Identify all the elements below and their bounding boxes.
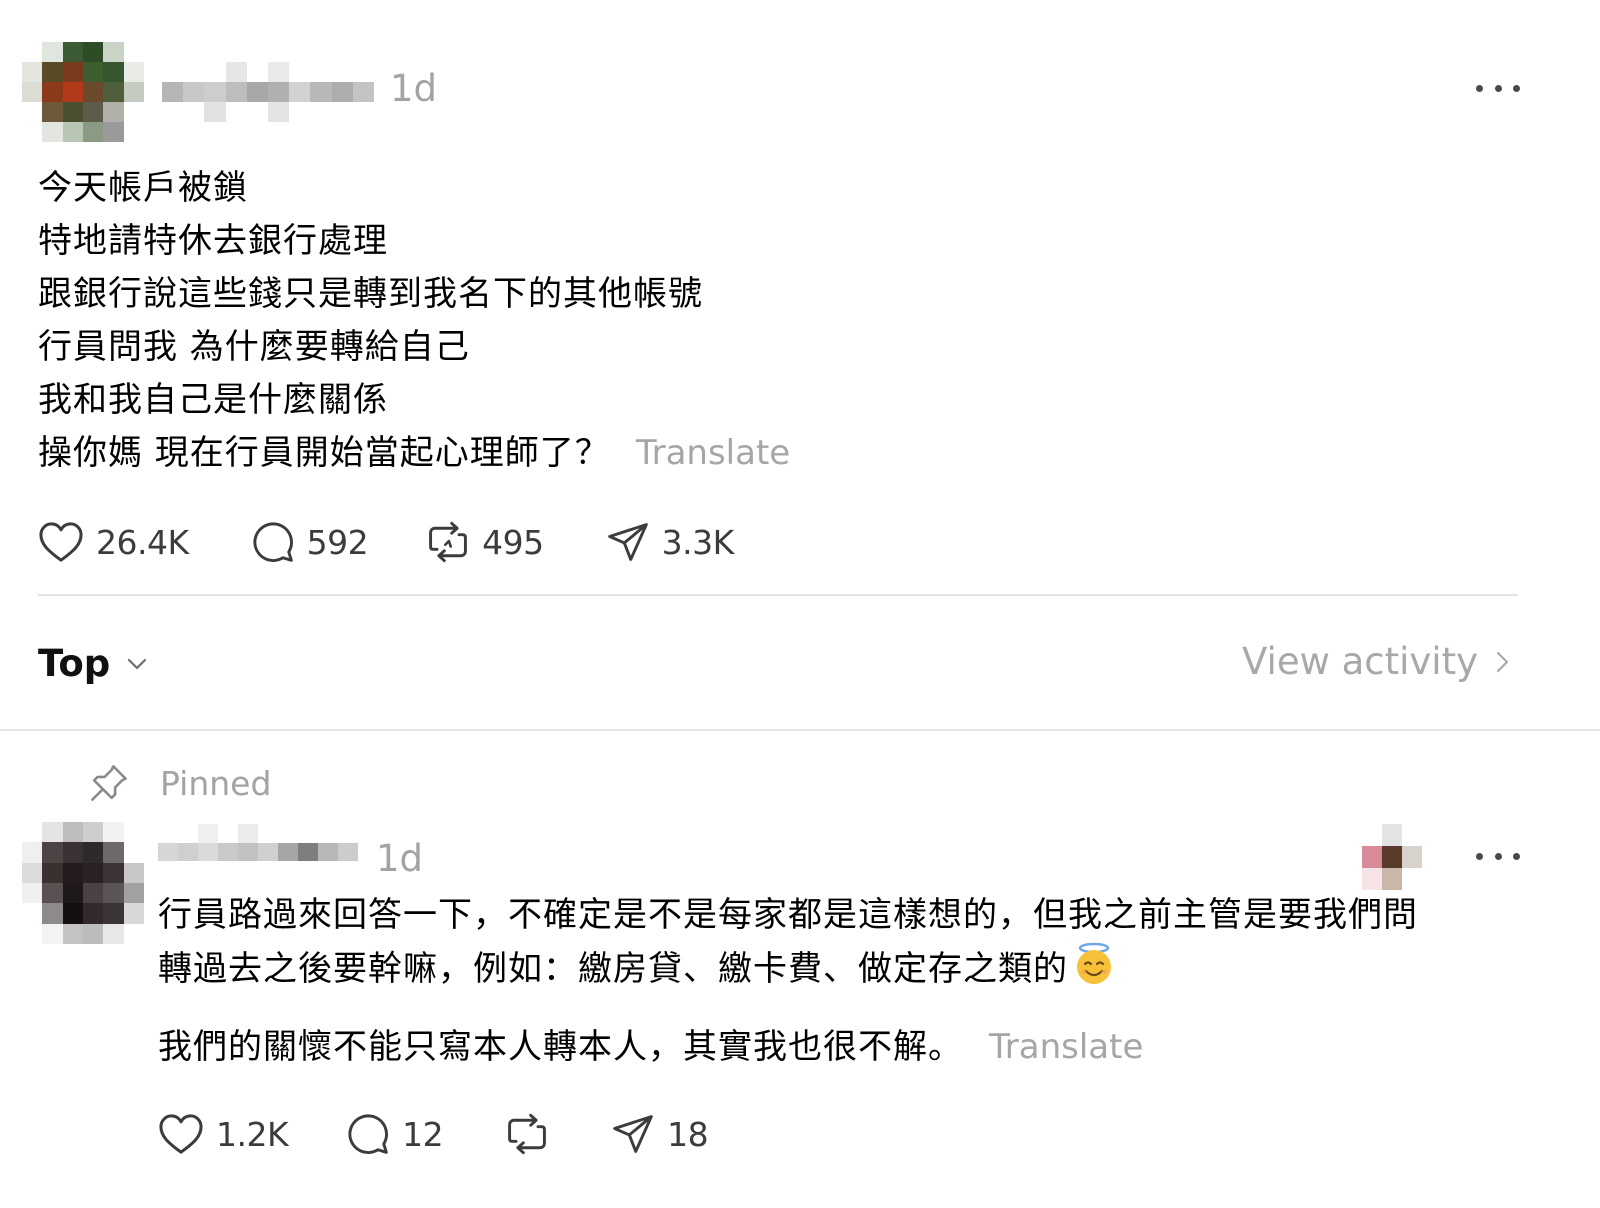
share-button[interactable]: 3.3K: [606, 520, 734, 564]
post-text-line: 跟銀行說這些錢只是轉到我名下的其他帳號: [38, 274, 703, 314]
sort-dropdown[interactable]: Top: [38, 642, 150, 685]
pinned-indicator: Pinned: [88, 762, 271, 804]
comment-text-line: 行員路過來回答一下，不確定是不是每家都是這樣想的，但我之前主管是要我們問: [158, 895, 1418, 935]
post-translate-link[interactable]: Translate: [636, 433, 790, 473]
comment-button[interactable]: 592: [251, 520, 369, 564]
post-divider: [38, 594, 1518, 596]
comment-reply-button[interactable]: 12: [346, 1112, 444, 1156]
repost-icon: [508, 1113, 547, 1155]
sort-label: Top: [38, 642, 111, 685]
comment-share-count: 18: [667, 1114, 709, 1154]
send-icon: [607, 523, 648, 561]
comment-share-button[interactable]: 18: [611, 1112, 709, 1156]
post-text-line: 今天帳戶被鎖: [38, 168, 248, 208]
post-text-line: 行員問我 為什麼要轉給自己: [38, 327, 470, 367]
comment-more-options-icon[interactable]: [1476, 844, 1520, 868]
smiling-face-with-halo-icon: [1077, 942, 1111, 984]
comment-action-bar: 1.2K 12 18: [158, 1112, 709, 1156]
pinned-label: Pinned: [160, 763, 272, 803]
post-text-line: 操你媽 現在行員開始當起心理師了？: [38, 433, 610, 473]
post-text-line: 特地請特休去銀行處理: [38, 221, 388, 261]
comment-like-count: 1.2K: [216, 1114, 289, 1154]
heart-icon: [159, 1114, 203, 1154]
post-text: 今天帳戶被鎖 特地請特休去銀行處理 跟銀行說這些錢只是轉到我名下的其他帳號 行員…: [38, 162, 1518, 480]
comment-timestamp[interactable]: 1d: [376, 840, 423, 877]
threads-post-page: 1d 今天帳戶被鎖 特地請特休去銀行處理 跟銀行說這些錢只是轉到我名下的其他帳號…: [0, 0, 1600, 1208]
view-activity-link[interactable]: View activity: [1242, 640, 1514, 683]
view-activity-label: View activity: [1242, 640, 1478, 683]
comment-translate-link[interactable]: Translate: [989, 1027, 1143, 1067]
comment-count: 592: [306, 522, 369, 562]
send-icon: [613, 1115, 653, 1153]
comment-text-paragraph2: 我們的關懷不能只寫本人轉本人，其實我也很不解。 Translate: [158, 1020, 1538, 1074]
commenter-username[interactable]: [158, 824, 358, 880]
heart-icon: [39, 522, 83, 562]
comment-like-button[interactable]: 1.2K: [158, 1113, 289, 1155]
section-divider: [0, 729, 1600, 731]
comment-text-line: 我們的關懷不能只寫本人轉本人，其實我也很不解。: [158, 1027, 963, 1067]
pin-icon: [91, 765, 127, 801]
author-username[interactable]: [162, 62, 374, 122]
comment-text-line-with-emoji: 轉過去之後要幹嘛，例如：繳房貸、繳卡費、做定存之類的: [158, 942, 1538, 996]
comment-text: 行員路過來回答一下，不確定是不是每家都是這樣想的，但我之前主管是要我們問 轉過去…: [158, 888, 1538, 1074]
comment-bubble-icon: [348, 1114, 389, 1154]
comment-bubble-icon: [253, 522, 293, 562]
comment-reply-count: 12: [402, 1114, 444, 1154]
chevron-down-icon: [128, 658, 147, 669]
like-button[interactable]: 26.4K: [38, 521, 189, 563]
like-count: 26.4K: [96, 522, 189, 562]
repost-button[interactable]: 495: [426, 520, 544, 564]
commenter-avatar[interactable]: [22, 822, 144, 944]
comment-repost-button[interactable]: [505, 1112, 549, 1156]
comment-text-line: 轉過去之後要幹嘛，例如：繳房貸、繳卡費、做定存之類的: [158, 949, 1068, 989]
post-more-options-icon[interactable]: [1476, 76, 1520, 100]
chevron-right-icon: [1496, 651, 1509, 672]
post-timestamp[interactable]: 1d: [390, 70, 437, 107]
repost-icon: [429, 521, 468, 563]
post-action-bar: 26.4K 592 495 3.3K: [38, 520, 734, 564]
post-text-line: 我和我自己是什麼關係: [38, 380, 388, 420]
author-avatar[interactable]: [22, 42, 144, 142]
post-text-line-last: 操你媽 現在行員開始當起心理師了？ Translate: [38, 427, 1518, 480]
share-count: 3.3K: [661, 522, 735, 562]
author-liked-avatar: [1342, 824, 1442, 890]
repost-count: 495: [482, 522, 544, 562]
